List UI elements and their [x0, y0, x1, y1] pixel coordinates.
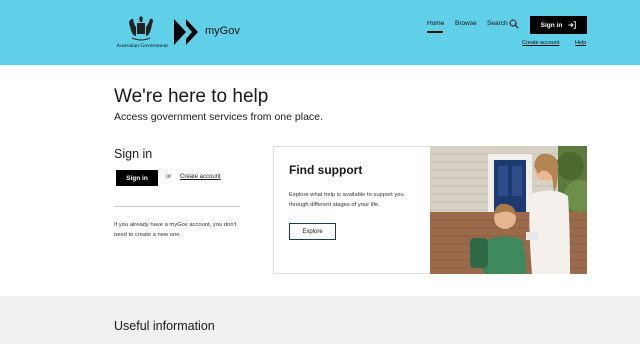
useful-information-heading: Useful information [114, 319, 215, 333]
nav-search[interactable]: Search [487, 20, 508, 27]
site-header: Australian Government myGov Home Browse … [0, 0, 640, 65]
header-sign-in-button[interactable]: Sign in [530, 16, 587, 34]
find-support-title: Find support [289, 163, 363, 177]
page-subtitle: Access government services from one plac… [114, 111, 323, 123]
mygov-logo-icon[interactable] [174, 19, 198, 45]
brand-name: myGov [205, 25, 240, 37]
divider [114, 206, 240, 207]
nav-browse[interactable]: Browse [455, 20, 477, 27]
explore-button[interactable]: Explore [289, 223, 336, 240]
existing-account-note: If you already have a myGov account, you… [114, 222, 237, 238]
sign-in-arrow-icon [568, 21, 577, 29]
header-sign-in-label: Sign in [540, 21, 563, 29]
family-photo [430, 146, 587, 274]
crest-text: Australian Government [116, 43, 168, 49]
sign-in-button[interactable]: Sign in [116, 170, 158, 186]
australian-government-logo[interactable]: Australian Government [114, 16, 170, 50]
coat-of-arms-icon [129, 16, 154, 41]
search-icon[interactable] [509, 19, 519, 29]
or-separator: or [166, 174, 172, 180]
nav-home[interactable]: Home [427, 20, 444, 27]
find-support-text: Explore what help is available to suppor… [289, 192, 404, 208]
header-help-link[interactable]: Help [575, 40, 586, 46]
create-account-link[interactable]: Create account [180, 174, 221, 180]
page-title: We're here to help [114, 86, 269, 107]
sign-in-heading: Sign in [114, 147, 153, 161]
nav-home-active-indicator [427, 31, 443, 33]
header-create-account-link[interactable]: Create account [522, 40, 559, 46]
useful-information-section [0, 296, 640, 344]
